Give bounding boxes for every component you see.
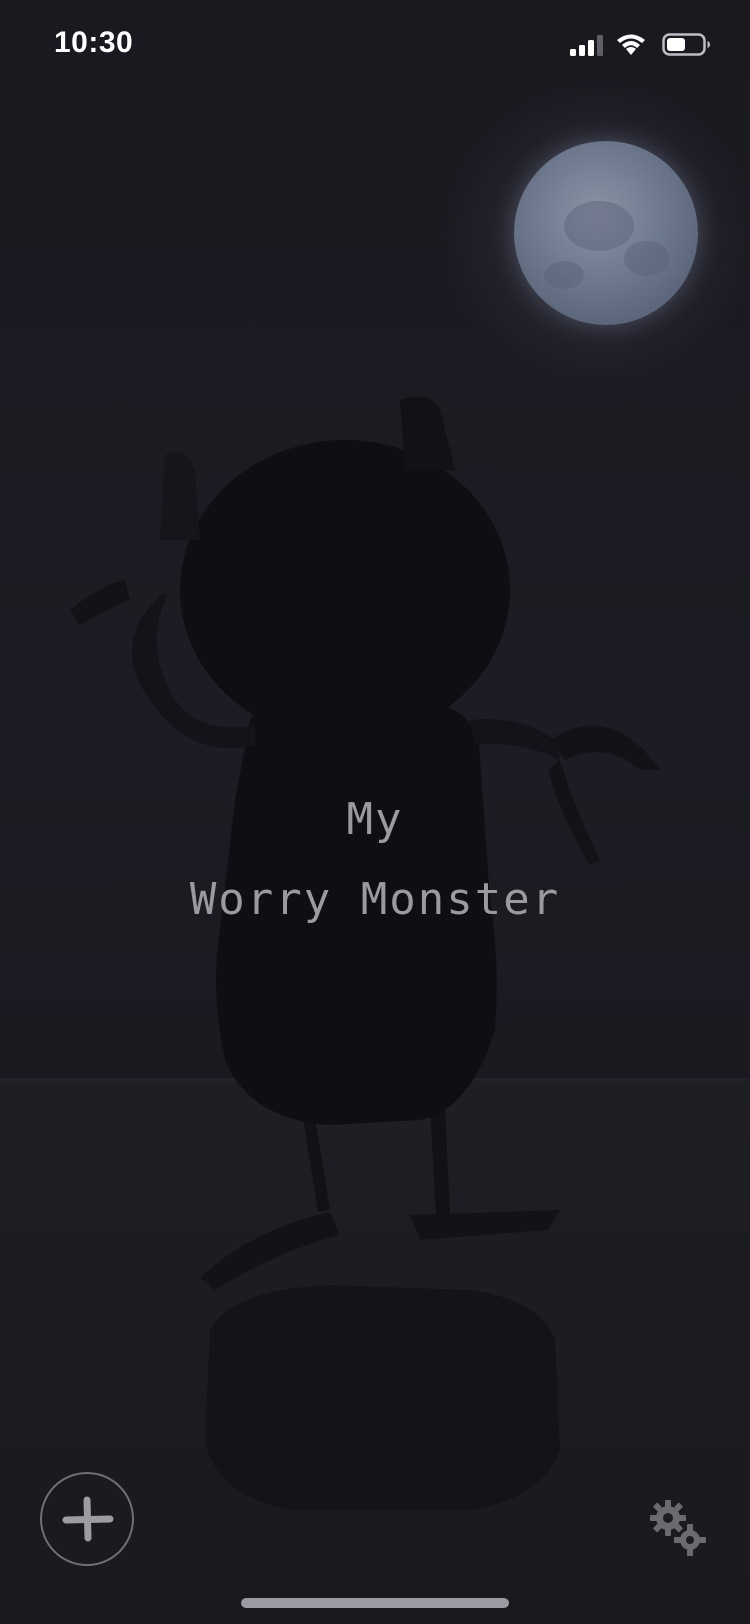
cellular-signal-icon [570,35,603,56]
home-indicator [241,1598,509,1608]
status-bar: 10:30 [0,0,750,90]
title-line-1: My [346,794,404,845]
plus-icon [62,1496,114,1542]
settings-button[interactable] [646,1496,710,1560]
gears-icon [650,1500,706,1556]
status-time: 10:30 [54,26,134,59]
app-screen: 10:30 My Worry Monster [0,0,750,1624]
app-title: My Worry Monster [0,780,750,940]
status-icons [570,30,720,62]
add-worry-button[interactable] [40,1472,134,1566]
wifi-icon [617,34,645,55]
title-line-2: Worry Monster [189,874,561,925]
battery-icon [662,33,710,56]
